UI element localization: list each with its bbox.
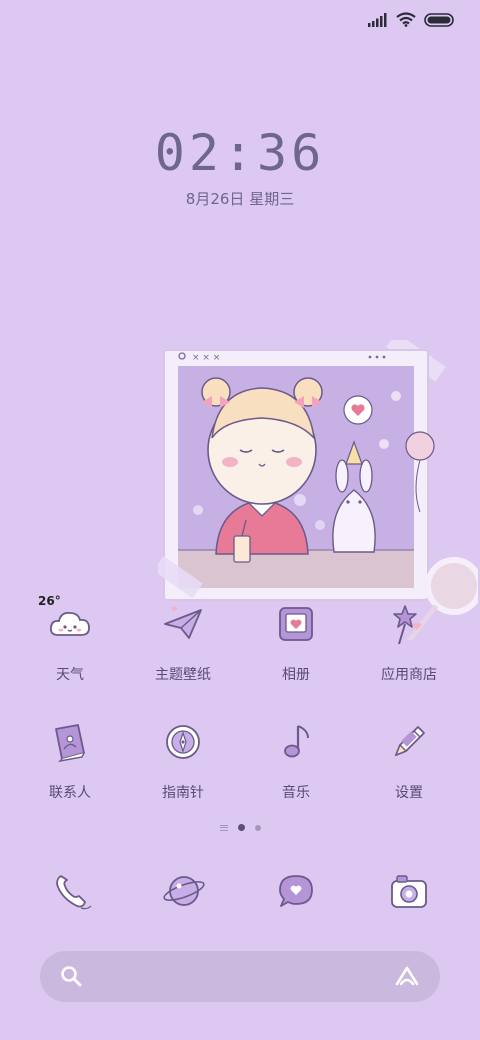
pencil-icon bbox=[381, 714, 437, 770]
signal-icon bbox=[368, 12, 387, 27]
camera-icon bbox=[391, 875, 427, 908]
app-weather[interactable]: 天气 bbox=[15, 596, 125, 684]
planet-icon bbox=[163, 876, 205, 906]
svg-text:× × ×: × × × bbox=[192, 353, 220, 363]
photo-album-icon bbox=[268, 596, 324, 652]
page-indicator[interactable] bbox=[0, 824, 480, 831]
dock-camera[interactable] bbox=[381, 866, 437, 916]
app-themes[interactable]: 主题壁纸 bbox=[128, 596, 238, 684]
photo-widget-illustration: × × × bbox=[153, 332, 480, 662]
dock-messages[interactable] bbox=[268, 866, 324, 916]
app-store[interactable]: 应用商店 bbox=[354, 596, 464, 684]
dock-browser[interactable] bbox=[156, 866, 212, 916]
clock-time[interactable]: 02:36 bbox=[0, 124, 480, 182]
app-settings[interactable]: 设置 bbox=[354, 714, 464, 802]
app-gallery[interactable]: 相册 bbox=[241, 596, 351, 684]
chat-bubble-icon bbox=[279, 875, 313, 907]
compass-icon bbox=[155, 714, 211, 770]
app-label: 指南针 bbox=[162, 785, 204, 801]
paper-plane-icon bbox=[155, 596, 211, 652]
wifi-icon bbox=[396, 12, 416, 27]
search-icon bbox=[61, 966, 82, 987]
app-contacts[interactable]: 联系人 bbox=[15, 714, 125, 802]
app-label: 设置 bbox=[395, 785, 423, 801]
app-label: 主题壁纸 bbox=[155, 667, 211, 683]
clock-date[interactable]: 8月26日 星期三 bbox=[0, 188, 480, 209]
star-wand-icon bbox=[381, 596, 437, 652]
app-label: 联系人 bbox=[49, 785, 91, 801]
app-music[interactable]: 音乐 bbox=[241, 714, 351, 802]
status-bar bbox=[0, 0, 480, 40]
phone-icon bbox=[56, 875, 92, 910]
app-label: 应用商店 bbox=[381, 667, 437, 683]
page-indicator-dot[interactable] bbox=[254, 824, 261, 831]
page-indicator-dot-active[interactable] bbox=[237, 824, 245, 831]
dock bbox=[0, 866, 480, 916]
music-note-icon bbox=[268, 714, 324, 770]
contact-book-icon bbox=[42, 714, 98, 770]
app-label: 天气 bbox=[56, 667, 84, 683]
cloud-icon bbox=[42, 596, 98, 652]
assistant-icon[interactable] bbox=[394, 964, 420, 988]
app-label: 音乐 bbox=[282, 785, 310, 801]
search-bar[interactable] bbox=[40, 951, 440, 1002]
status-icons bbox=[368, 12, 454, 27]
page-indicator-feed[interactable] bbox=[219, 824, 228, 831]
dock-phone[interactable] bbox=[44, 866, 100, 916]
app-compass[interactable]: 指南针 bbox=[128, 714, 238, 802]
app-label: 相册 bbox=[282, 667, 310, 683]
battery-icon bbox=[424, 12, 454, 27]
photo-widget[interactable]: × × × bbox=[153, 332, 480, 662]
